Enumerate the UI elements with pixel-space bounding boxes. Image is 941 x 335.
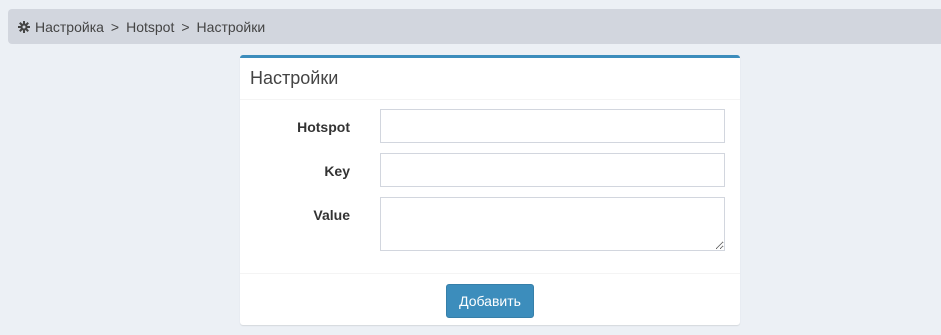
value-label: Value (313, 207, 350, 223)
breadcrumb-item-current: Настройки (196, 18, 266, 35)
breadcrumb-separator: > (110, 18, 120, 35)
hotspot-input[interactable] (380, 109, 725, 143)
box-footer: Добавить (240, 273, 740, 325)
value-textarea[interactable] (380, 197, 725, 251)
key-label: Key (324, 163, 350, 179)
breadcrumb-item-settings[interactable]: Настройка (35, 19, 104, 35)
box-title: Настройки (250, 68, 339, 88)
add-button[interactable]: Добавить (446, 283, 534, 318)
key-input[interactable] (380, 153, 725, 187)
gear-icon (18, 20, 30, 33)
box-header: Настройки (240, 58, 740, 100)
breadcrumb: Настройка > Hotspot > Настройки (8, 9, 941, 44)
settings-box: Настройки Hotspot Key Value Добавить (240, 55, 740, 325)
breadcrumb-separator: > (181, 18, 190, 35)
hotspot-label: Hotspot (297, 119, 350, 135)
breadcrumb-item-hotspot[interactable]: Hotspot (126, 19, 174, 35)
